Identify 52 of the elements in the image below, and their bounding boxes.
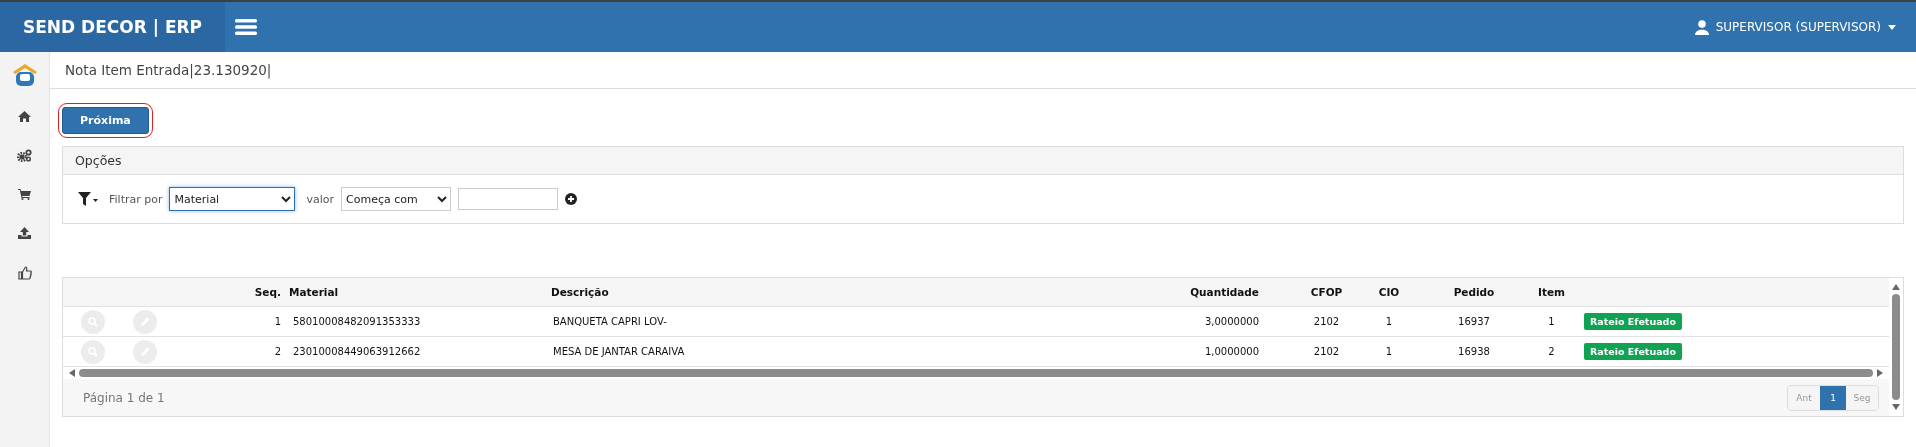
add-icon[interactable] (565, 193, 578, 205)
table-cell-text: 2 (273, 346, 282, 357)
brand-logo[interactable]: SEND DECOR | ERP (0, 2, 225, 52)
description-header: Descrição (550, 286, 610, 298)
user-menu[interactable]: SUPERVISOR (SUPERVISOR) (1694, 19, 1896, 35)
status-badge: Rateio Efetuado (1584, 313, 1682, 330)
table-cell-text: 1 (1547, 316, 1556, 327)
value-input-field[interactable] (458, 188, 559, 210)
scroll-left-icon[interactable] (69, 369, 75, 377)
match-mode-dropdown[interactable]: Começa com (341, 187, 452, 211)
cart-icon[interactable] (18, 189, 31, 200)
status-badge: Rateio Efetuado (1584, 343, 1682, 360)
home-icon[interactable] (18, 111, 31, 122)
page-summary: Página 1 de 1 (83, 390, 165, 405)
table-cell-text: 3,0000000 (1203, 316, 1260, 327)
thumbs-up-icon[interactable] (17, 266, 32, 280)
quantity-header: Quantidade (1189, 286, 1260, 298)
settings-icon[interactable] (17, 149, 32, 162)
table-cell-text: 16938 (1457, 346, 1491, 357)
caret-icon (1888, 24, 1896, 30)
table-cell-text: 58010008482091353333 (292, 316, 422, 327)
user-icon (1694, 19, 1709, 35)
table-cell-text: MESA DE JANTAR CARAIVA (552, 346, 686, 357)
scroll-right-icon[interactable] (1877, 369, 1883, 377)
table-cell-text: 16937 (1457, 316, 1491, 327)
seq-header: Seq. (253, 286, 282, 298)
menu-icon[interactable] (235, 19, 257, 35)
table-cell-text: BANQUETA CAPRI LOV- (552, 316, 668, 327)
cio-header: CIO (1377, 286, 1401, 298)
table-cell-text: 1,0000000 (1203, 346, 1260, 357)
cfop-header: CFOP (1309, 286, 1344, 298)
value-label: valor (306, 192, 335, 206)
table-cell-text: 2 (1547, 346, 1556, 357)
table-cell-text: 23010008449063912662 (292, 346, 422, 357)
table-cell-text: 1 (1384, 346, 1394, 357)
upload-icon[interactable] (18, 227, 31, 239)
table-cell-text: 2102 (1312, 316, 1341, 327)
page-title: Nota Item Entrada|23.130920| (65, 62, 272, 78)
filter-label: Filtrar por (109, 192, 163, 206)
panel-title: Opções (75, 153, 122, 168)
material-header: Material (288, 286, 340, 298)
page-button[interactable]: 1 (1820, 385, 1846, 410)
table-cell-text: 1 (273, 316, 282, 327)
table-cell-text: 2102 (1312, 346, 1341, 357)
scroll-down-icon[interactable] (1892, 404, 1900, 410)
filter-icon[interactable] (78, 191, 98, 207)
next-button[interactable]: Próxima (62, 107, 149, 134)
table-cell-text: 1 (1384, 316, 1394, 327)
item-header: Item (1537, 286, 1566, 298)
order-header: Pedido (1452, 286, 1496, 298)
filter-field-dropdown[interactable]: Material (169, 187, 296, 211)
scroll-up-icon[interactable] (1892, 284, 1900, 290)
